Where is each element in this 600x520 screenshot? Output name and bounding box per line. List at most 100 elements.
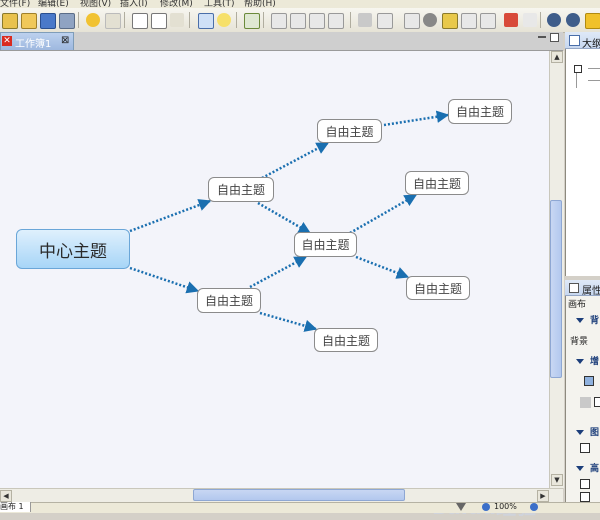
menu-edit[interactable]: 编辑(E) [38,0,69,8]
structure-4-icon[interactable] [328,13,344,29]
connector [349,193,418,235]
collapse-icon[interactable] [576,466,584,471]
new-file-icon[interactable] [2,13,18,29]
section-enhance[interactable]: 增 [590,354,599,367]
toolbar-separator [124,12,125,28]
horizontal-scroll-thumb[interactable] [193,489,405,501]
cut-icon[interactable] [170,13,184,27]
topic-node[interactable]: 自由主题 [448,99,512,124]
tab-label: 工作簿1 [15,39,52,50]
menu-bar: 文件(F) 编辑(E) 视图(V) 插入(I) 修改(M) 工具(T) 帮助(H… [0,0,600,8]
copy-icon[interactable] [132,13,148,29]
toolbar-separator [263,12,264,28]
tab-workbook[interactable]: ✕ 工作簿1 ⊠ [0,32,74,50]
scroll-down-icon[interactable]: ▼ [551,474,563,486]
topic-node[interactable]: 自由主题 [405,171,469,195]
properties-title[interactable]: 属性 [582,282,600,297]
relationship-icon[interactable] [461,13,477,29]
connector [257,201,312,235]
mindmap-canvas[interactable]: 中心主题 自由主题 自由主题 自由主题 自由主题 自由主题 自由主题 自由主题 … [0,51,549,519]
stop-icon[interactable] [523,13,537,27]
topic-node[interactable]: 自由主题 [314,328,378,352]
menu-file[interactable]: 文件(F) [0,0,30,8]
outline-icon [569,35,580,46]
central-topic[interactable]: 中心主题 [16,229,130,269]
properties-tab-canvas[interactable]: 画布 [568,297,586,310]
filter-icon[interactable] [456,503,466,511]
menu-tools[interactable]: 工具(T) [204,0,235,8]
connector [355,255,410,279]
home-icon[interactable] [585,13,600,29]
tree-expander[interactable] [574,65,582,73]
maximize-icon[interactable] [550,33,559,42]
topic-node[interactable]: 自由主题 [197,288,261,313]
connector [129,199,212,233]
checkbox[interactable] [580,443,590,453]
vertical-scroll-thumb[interactable] [550,200,562,378]
note-icon[interactable] [377,13,393,29]
toolbar-separator [189,12,190,28]
zoom-level: 100% [494,502,517,511]
idea-bulb-icon[interactable] [217,13,231,27]
arrow-down-icon[interactable] [547,13,561,27]
summary-icon[interactable] [442,13,458,29]
marker-icon[interactable] [423,13,437,27]
zoom-in-icon[interactable] [530,503,538,511]
save-icon[interactable] [40,13,56,29]
toolbar-separator [540,12,541,28]
tree-line [588,80,600,81]
toolbar-separator [350,12,351,28]
topic-node[interactable]: 自由主题 [406,276,470,300]
connector [129,266,200,294]
arrow-up-icon[interactable] [566,13,580,27]
menu-view[interactable]: 视图(V) [80,0,111,8]
connector [249,255,308,289]
redo-icon[interactable] [105,13,121,29]
section-legend[interactable]: 图 [590,425,599,438]
open-folder-icon[interactable] [21,13,37,29]
structure-3-icon[interactable] [309,13,325,29]
sheet-tab[interactable]: 画布 1 [0,502,31,512]
image-icon[interactable] [244,13,260,29]
print-icon[interactable] [59,13,75,29]
toolbar-separator [78,12,79,28]
properties-panel: 背 背景 增 图 高 [565,280,600,502]
collapse-icon[interactable] [576,359,584,364]
outline-title[interactable]: 大纲 [582,35,600,50]
zoom-out-icon[interactable] [482,503,490,511]
checkbox[interactable] [594,397,600,407]
topic-node[interactable]: 自由主题 [317,119,382,143]
boundary-icon[interactable] [404,13,420,29]
undo-icon[interactable] [86,13,100,27]
link-icon[interactable] [358,13,372,27]
minimize-icon[interactable] [538,36,546,38]
structure-2-icon[interactable] [290,13,306,29]
checkbox[interactable] [580,492,590,502]
structure-1-icon[interactable] [271,13,287,29]
scroll-up-icon[interactable]: ▲ [551,51,563,63]
scroll-left-icon[interactable]: ◀ [0,490,12,502]
image-swatch[interactable] [584,376,594,386]
scroll-right-icon[interactable]: ▶ [537,490,549,502]
section-background[interactable]: 背 [590,313,599,326]
outline-panel [565,32,600,276]
topic-node[interactable]: 自由主题 [208,177,274,202]
drill-icon[interactable] [504,13,518,27]
editor-tab-bar [0,32,563,51]
connector [259,311,318,332]
menu-insert[interactable]: 插入(I) [120,0,148,8]
properties-icon [569,283,579,293]
topic-icon[interactable] [198,13,214,29]
close-icon[interactable]: ⊠ [61,35,69,46]
label-icon[interactable] [480,13,496,29]
section-advanced[interactable]: 高 [590,461,599,474]
topic-node[interactable]: 自由主题 [294,232,357,257]
paste-icon[interactable] [151,13,167,29]
color-swatch[interactable] [580,397,591,408]
background-label: 背景 [570,337,589,347]
menu-modify[interactable]: 修改(M) [160,0,193,8]
collapse-icon[interactable] [576,318,584,323]
collapse-icon[interactable] [576,430,584,435]
checkbox[interactable] [580,479,590,489]
menu-help[interactable]: 帮助(H) [244,0,276,8]
